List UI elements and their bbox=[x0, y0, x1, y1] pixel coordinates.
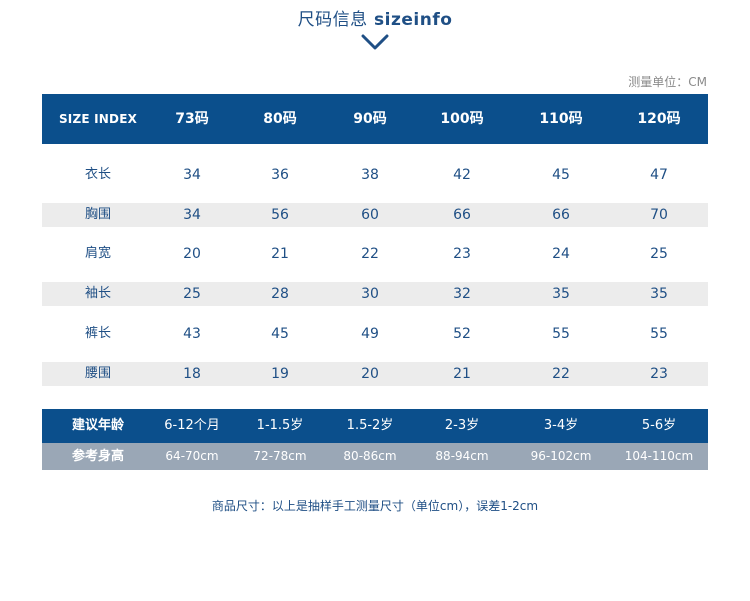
table-cell: 60 bbox=[361, 207, 379, 223]
table-cell: 55 bbox=[552, 326, 570, 342]
table-cell: 70 bbox=[650, 207, 668, 223]
row-label: 肩宽 bbox=[84, 246, 111, 261]
table-cell: 34 bbox=[183, 207, 201, 223]
row-label: 衣长 bbox=[84, 167, 111, 182]
footnote: 商品尺寸：以上是抽样手工测量尺寸（单位cm），误差1-2cm bbox=[211, 499, 539, 513]
age-cell: 3-4岁 bbox=[543, 418, 579, 433]
size-header-cell: 73码 bbox=[175, 111, 209, 127]
age-cell: 2-3岁 bbox=[444, 418, 480, 433]
table-cell: 24 bbox=[552, 246, 570, 262]
age-label: 建议年龄 bbox=[71, 418, 124, 433]
size-header-cell: 110码 bbox=[539, 111, 583, 127]
table-cell: 56 bbox=[271, 207, 289, 223]
row-label: 腰围 bbox=[84, 366, 111, 381]
age-cell: 1-1.5岁 bbox=[256, 418, 304, 433]
table-cell: 22 bbox=[552, 366, 570, 382]
size-header-cell: 90码 bbox=[353, 111, 387, 127]
title-english: sizeinfo bbox=[374, 10, 453, 30]
size-header-cell: 100码 bbox=[440, 111, 484, 127]
table-cell: 22 bbox=[361, 246, 379, 262]
table-cell: 36 bbox=[271, 167, 289, 183]
row-label: 袖长 bbox=[84, 286, 111, 301]
table-cell: 43 bbox=[183, 326, 201, 342]
table-cell: 23 bbox=[650, 366, 668, 382]
table-cell: 66 bbox=[453, 207, 471, 223]
height-cell: 72-78cm bbox=[253, 449, 307, 463]
table-cell: 38 bbox=[361, 167, 379, 183]
table-cell: 21 bbox=[271, 246, 289, 262]
table-cell: 20 bbox=[183, 246, 201, 262]
table-cell: 23 bbox=[453, 246, 471, 262]
table-cell: 45 bbox=[271, 326, 289, 342]
table-cell: 34 bbox=[183, 167, 201, 183]
age-cell: 1.5-2岁 bbox=[346, 418, 394, 433]
table-cell: 49 bbox=[361, 326, 379, 342]
table-row: 肩宽 20 21 22 23 24 25 bbox=[42, 242, 708, 266]
chevron-down-icon bbox=[361, 34, 389, 50]
height-cell: 80-86cm bbox=[343, 449, 397, 463]
unit-note: 测量单位：CM bbox=[628, 75, 707, 89]
height-cell: 96-102cm bbox=[530, 449, 592, 463]
table-cell: 52 bbox=[453, 326, 471, 342]
table-cell: 18 bbox=[183, 366, 201, 382]
table-cell: 19 bbox=[271, 366, 289, 382]
title-chinese: 尺码信息 bbox=[297, 10, 368, 30]
table-cell: 20 bbox=[361, 366, 379, 382]
height-cell: 104-110cm bbox=[624, 449, 694, 463]
table-cell: 25 bbox=[183, 286, 201, 302]
table-cell: 25 bbox=[650, 246, 668, 262]
table-row: 胸围 34 56 60 66 66 70 bbox=[42, 203, 708, 227]
table-cell: 32 bbox=[453, 286, 471, 302]
height-label: 参考身高 bbox=[71, 449, 124, 464]
table-cell: 30 bbox=[361, 286, 379, 302]
age-cell: 6-12个月 bbox=[164, 418, 220, 433]
size-index-label: SIZE INDEX bbox=[58, 112, 138, 126]
size-header-cell: 80码 bbox=[263, 111, 297, 127]
table-row: 袖长 25 28 30 32 35 35 bbox=[42, 282, 708, 306]
table-row: 腰围 18 19 20 21 22 23 bbox=[42, 362, 708, 386]
height-cell: 88-94cm bbox=[435, 449, 489, 463]
height-cell: 64-70cm bbox=[165, 449, 219, 463]
reference-height-row: 参考身高 64-70cm 72-78cm 80-86cm 88-94cm 96-… bbox=[42, 443, 708, 470]
recommended-age-row: 建议年龄 6-12个月 1-1.5岁 1.5-2岁 2-3岁 3-4岁 5-6岁 bbox=[42, 409, 708, 443]
size-header-row: SIZE INDEX 73码 80码 90码 100码 110码 120码 bbox=[42, 94, 708, 144]
table-row: 裤长 43 45 49 52 55 55 bbox=[42, 322, 708, 346]
table-cell: 45 bbox=[552, 167, 570, 183]
age-cell: 5-6岁 bbox=[641, 418, 677, 433]
row-label: 裤长 bbox=[84, 326, 111, 341]
page-title: 尺码信息 sizeinfo bbox=[0, 5, 750, 30]
table-cell: 28 bbox=[271, 286, 289, 302]
table-cell: 42 bbox=[453, 167, 471, 183]
size-header-cell: 120码 bbox=[637, 111, 681, 127]
table-cell: 35 bbox=[552, 286, 570, 302]
table-cell: 35 bbox=[650, 286, 668, 302]
table-cell: 66 bbox=[552, 207, 570, 223]
table-row: 衣长 34 36 38 42 45 47 bbox=[42, 163, 708, 187]
table-cell: 55 bbox=[650, 326, 668, 342]
row-label: 胸围 bbox=[84, 207, 111, 222]
table-cell: 47 bbox=[650, 167, 668, 183]
table-cell: 21 bbox=[453, 366, 471, 382]
